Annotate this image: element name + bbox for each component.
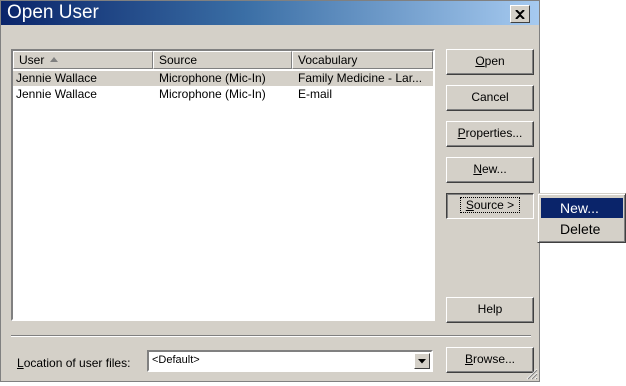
location-label: Location of user files: xyxy=(17,356,130,370)
cell-source: Microphone (Mic-In) xyxy=(159,87,266,101)
open-label: pen xyxy=(484,54,505,68)
source-label: ource > xyxy=(473,198,515,212)
help-label: Help xyxy=(477,302,503,316)
close-icon xyxy=(515,9,525,19)
column-header-vocabulary[interactable]: Vocabulary xyxy=(292,51,433,69)
location-mnemonic: L xyxy=(17,356,24,370)
column-header-label: Vocabulary xyxy=(298,53,358,67)
menu-item-delete[interactable]: Delete xyxy=(541,219,623,239)
user-list[interactable]: User Source Vocabulary Jennie Wallace Mi… xyxy=(11,49,435,321)
chevron-down-icon xyxy=(418,358,426,363)
separator xyxy=(11,335,531,337)
open-button[interactable]: Open xyxy=(446,49,534,75)
cell-user: Jennie Wallace xyxy=(16,71,97,85)
focus-rect: Source > xyxy=(459,197,521,213)
source-button[interactable]: Source > xyxy=(446,193,534,219)
help-button[interactable]: Help xyxy=(446,297,534,323)
new-mnemonic: N xyxy=(473,162,482,176)
browse-mnemonic: B xyxy=(464,352,473,366)
column-header-user[interactable]: User xyxy=(13,51,153,69)
location-label-text: ocation of user files: xyxy=(23,356,131,370)
open-user-dialog: Open User User Source Vocabulary Jennie … xyxy=(0,0,540,382)
dropdown-button[interactable] xyxy=(414,353,430,369)
cell-vocabulary: Family Medicine - Lar... xyxy=(298,71,423,85)
table-row[interactable]: Jennie Wallace Microphone (Mic-In) E-mai… xyxy=(13,87,433,102)
cell-vocabulary: E-mail xyxy=(298,87,333,101)
properties-mnemonic: P xyxy=(457,126,466,140)
list-header: User Source Vocabulary xyxy=(13,51,433,69)
cell-source: Microphone (Mic-In) xyxy=(159,71,266,85)
sort-ascending-icon xyxy=(50,57,59,63)
cancel-label: Cancel xyxy=(471,90,509,104)
new-label: ew... xyxy=(481,162,507,176)
properties-button[interactable]: Properties... xyxy=(446,121,534,147)
location-combobox[interactable]: <Default> xyxy=(147,350,433,372)
source-context-menu: New... Delete xyxy=(537,193,626,243)
column-header-label: Source xyxy=(159,53,198,67)
cell-user: Jennie Wallace xyxy=(16,87,97,101)
location-value: <Default> xyxy=(152,354,200,366)
menu-item-new[interactable]: New... xyxy=(541,198,623,218)
browse-label: rowse... xyxy=(473,352,516,366)
properties-label: roperties... xyxy=(465,126,523,140)
open-mnemonic: O xyxy=(475,54,485,68)
resize-grip-icon[interactable] xyxy=(525,367,538,380)
cancel-button[interactable]: Cancel xyxy=(446,85,534,111)
source-mnemonic: S xyxy=(465,198,474,212)
dialog-title: Open User xyxy=(7,2,99,23)
browse-button[interactable]: Browse... xyxy=(446,347,534,373)
column-header-source[interactable]: Source xyxy=(153,51,292,69)
new-button[interactable]: New... xyxy=(446,157,534,183)
column-header-label: User xyxy=(19,53,45,67)
title-bar[interactable]: Open User xyxy=(1,1,539,25)
table-row[interactable]: Jennie Wallace Microphone (Mic-In) Famil… xyxy=(13,71,433,86)
close-button[interactable] xyxy=(510,5,530,23)
